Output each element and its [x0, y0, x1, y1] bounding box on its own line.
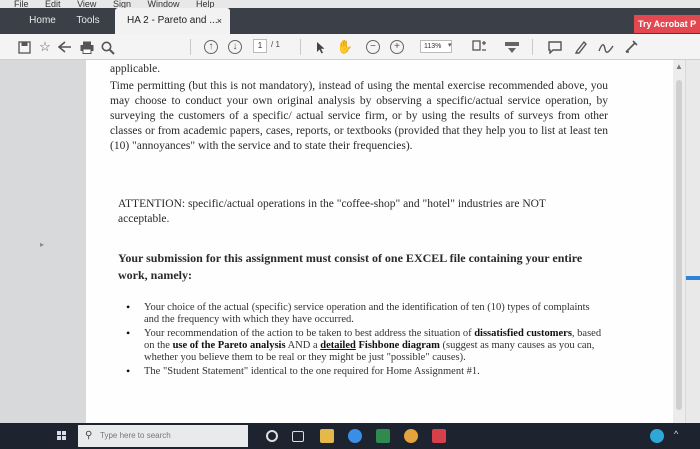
list-item-text: The "Student Statement" identical to the…	[144, 366, 480, 377]
select-cursor-icon[interactable]	[316, 41, 326, 54]
page-total-label: / 1	[271, 40, 280, 49]
print-icon[interactable]	[80, 41, 94, 54]
next-page-icon[interactable]: ↓	[228, 40, 242, 54]
draw-signature-icon[interactable]	[598, 40, 614, 54]
windows-start-icon[interactable]	[57, 431, 67, 441]
scroll-up-icon[interactable]: ▲	[675, 62, 683, 71]
tray-expand-icon[interactable]: ^	[674, 429, 678, 439]
comment-icon[interactable]	[548, 41, 562, 54]
tab-bar: Home Tools HA 2 - Pareto and ... × Try A…	[0, 8, 700, 34]
zoom-dropdown-icon[interactable]: ▾	[448, 41, 452, 49]
attention-notice: ATTENTION: specific/actual operations in…	[118, 197, 588, 227]
zoom-in-icon[interactable]: +	[390, 40, 404, 54]
list-item: • Your choice of the actual (specific) se…	[126, 300, 590, 325]
right-tools-panel[interactable]	[686, 60, 700, 423]
page-number-input[interactable]: 1	[253, 39, 267, 53]
read-mode-icon[interactable]	[504, 41, 520, 54]
excel-icon[interactable]	[376, 429, 390, 443]
attention-label: ATTENTION	[118, 198, 182, 210]
tab-home[interactable]: Home	[20, 8, 65, 34]
text-applicable: applicable.	[110, 63, 161, 75]
sign-tool-icon[interactable]	[624, 40, 638, 54]
chrome-icon[interactable]	[404, 429, 418, 443]
fit-page-icon[interactable]	[472, 40, 488, 55]
tab-document[interactable]: HA 2 - Pareto and ... ×	[115, 8, 230, 34]
tab-tools[interactable]: Tools	[66, 8, 110, 34]
taskbar-search-input[interactable]: ⚲ Type here to search	[78, 425, 248, 447]
save-icon[interactable]	[18, 41, 31, 54]
menu-edit[interactable]: Edit	[45, 0, 61, 8]
menu-bar: File Edit View Sign Window Help	[0, 0, 700, 8]
bookmark-star-icon[interactable]: ☆	[37, 38, 53, 56]
pdf-page: applicable. Time permitting (but this is…	[86, 60, 673, 423]
menu-help[interactable]: Help	[196, 0, 215, 8]
windows-taskbar: ⚲ Type here to search ^	[0, 423, 700, 449]
zoom-out-icon[interactable]: −	[366, 40, 380, 54]
list-item-text: Your choice of the actual (specific) ser…	[144, 302, 590, 325]
list-item-text: Your recommendation of the action to be …	[144, 328, 475, 339]
menu-view[interactable]: View	[77, 0, 96, 8]
tab-document-label: HA 2 - Pareto and ...	[127, 15, 218, 26]
scrollbar-thumb[interactable]	[676, 80, 682, 410]
list-item: • Your recommendation of the action to be…	[126, 326, 602, 363]
tray-app-icon[interactable]	[650, 429, 664, 443]
right-panel-active-indicator	[686, 276, 700, 280]
close-tab-icon[interactable]: ×	[217, 8, 222, 34]
cortana-icon[interactable]	[266, 430, 278, 442]
taskbar-search-placeholder: Type here to search	[100, 431, 171, 440]
vertical-scrollbar[interactable]: ▲	[673, 60, 685, 423]
menu-window[interactable]: Window	[147, 0, 179, 8]
toolbar: ☆ ↑ ↓ 1 / 1 ✋ − + 113% ▾	[0, 34, 700, 60]
document-viewport[interactable]: ▸ applicable. Time permitting (but this …	[0, 60, 700, 423]
prev-page-icon[interactable]: ↑	[204, 40, 218, 54]
highlight-pen-icon[interactable]	[574, 40, 588, 54]
menu-sign[interactable]: Sign	[113, 0, 131, 8]
menu-file[interactable]: File	[14, 0, 29, 8]
hand-tool-icon[interactable]: ✋	[336, 38, 354, 56]
attention-text: : specific/actual operations in the "cof…	[118, 198, 546, 225]
requirements-list: • Your choice of the actual (specific) se…	[126, 300, 606, 380]
submission-heading: Your submission for this assignment must…	[118, 251, 583, 282]
acrobat-icon[interactable]	[432, 429, 446, 443]
search-zoom-icon[interactable]	[101, 41, 115, 55]
text-time-permitting: Time permitting (but this is not mandato…	[110, 80, 608, 152]
share-icon[interactable]	[58, 41, 72, 54]
try-acrobat-button[interactable]: Try Acrobat P	[634, 15, 700, 33]
task-view-icon[interactable]	[292, 431, 304, 442]
edge-browser-icon[interactable]	[348, 429, 362, 443]
left-panel-toggle-icon[interactable]: ▸	[40, 240, 44, 249]
file-explorer-icon[interactable]	[320, 429, 334, 443]
search-icon: ⚲	[85, 430, 93, 441]
list-item: • The "Student Statement" identical to th…	[126, 364, 480, 378]
